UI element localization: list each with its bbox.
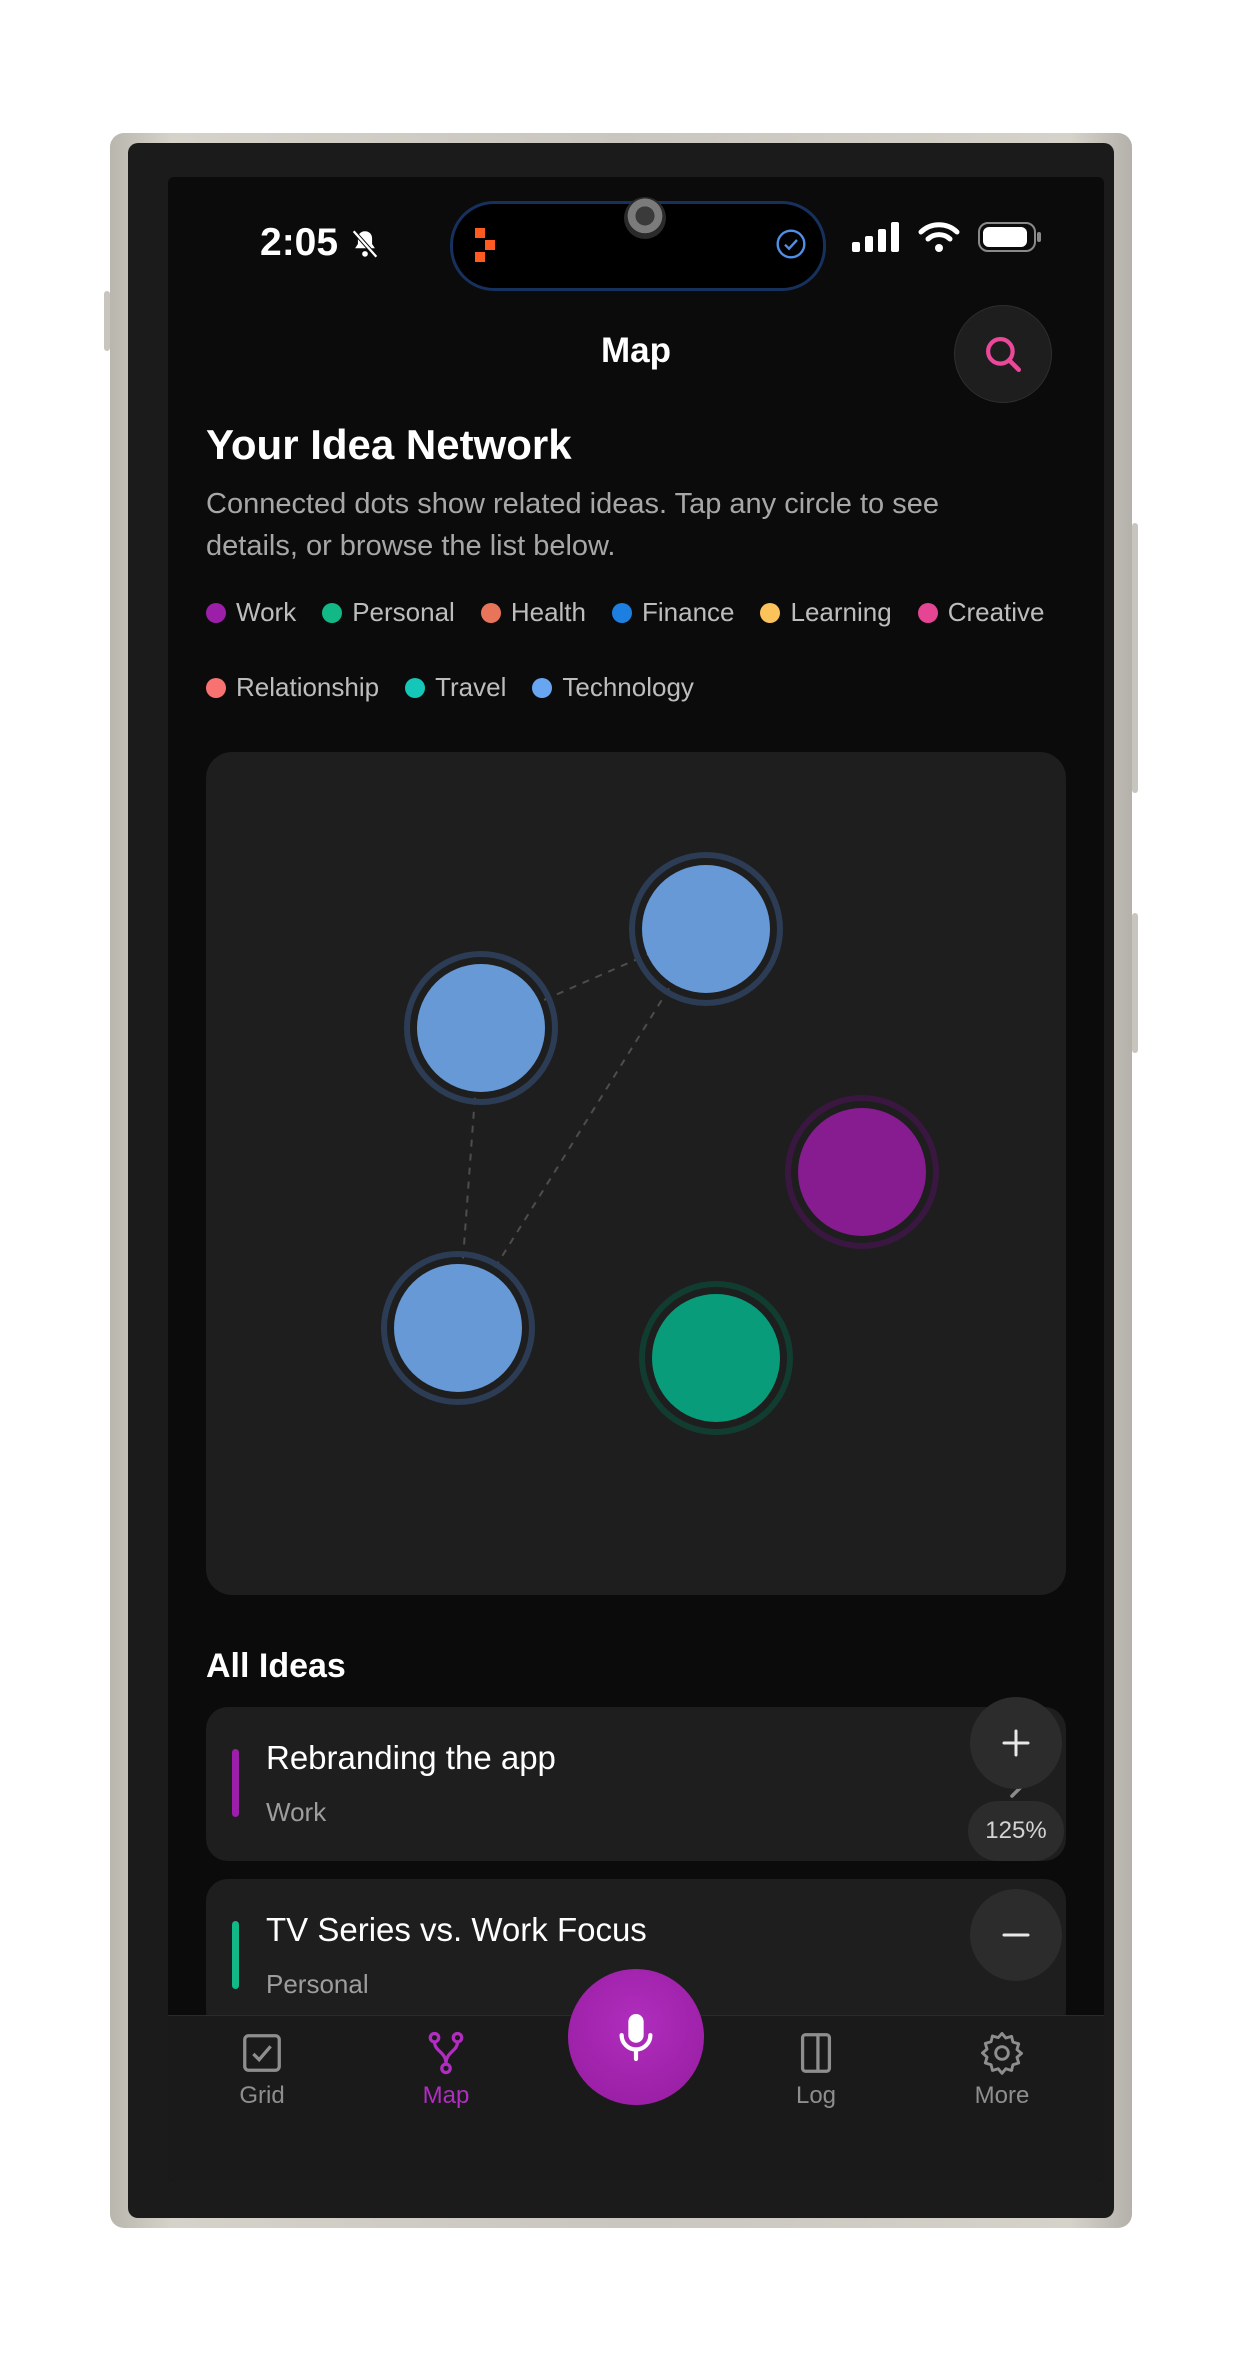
tab-log[interactable]: Log	[756, 2030, 876, 2110]
tab-grid[interactable]: Grid	[202, 2030, 322, 2110]
search-icon	[986, 337, 1022, 373]
book-icon	[800, 2033, 832, 2073]
legend-item-finance: Finance	[611, 597, 735, 628]
category-color-bar	[232, 1749, 239, 1817]
legend-item-travel: Travel	[405, 672, 506, 703]
legend-item-learning: Learning	[760, 597, 892, 628]
legend-item-personal: Personal	[322, 597, 455, 628]
battery-icon	[978, 222, 1041, 252]
legend-dot	[917, 602, 938, 623]
legend-label: Finance	[641, 597, 735, 627]
network-description: Connected dots show related ideas. Tap a…	[206, 488, 939, 562]
zoom-in-button[interactable]	[970, 1697, 1062, 1789]
legend-label: Travel	[435, 672, 507, 702]
screen: 2:05 Map Your Idea Network Connected dot…	[168, 177, 1104, 2181]
phone-frame: 2:05 Map Your Idea Network Connected dot…	[104, 133, 1138, 2228]
idea-category: Personal	[266, 1969, 369, 1999]
category-legend: Work Personal Health Finance Learning Cr…	[206, 597, 1086, 703]
legend-label: Work	[236, 597, 297, 627]
legend-label: Technology	[562, 672, 694, 702]
idea-node-technology-1[interactable]	[404, 951, 558, 1105]
legend-dot	[206, 602, 226, 623]
zoom-level: 125%	[968, 1801, 1064, 1861]
idea-title: TV Series vs. Work Focus	[266, 1911, 647, 1948]
legend-label: Creative	[947, 597, 1045, 627]
idea-category: Work	[266, 1797, 327, 1827]
action-button	[104, 291, 110, 351]
branch-icon	[428, 2031, 464, 2075]
tab-more[interactable]: More	[942, 2030, 1062, 2110]
tab-label: Log	[795, 2082, 837, 2109]
gear-icon	[981, 2032, 1023, 2075]
legend-dot	[405, 677, 426, 698]
legend-dot	[206, 677, 226, 698]
wifi-icon	[918, 222, 960, 252]
legend-label: Learning	[790, 597, 892, 627]
idea-node-technology-3[interactable]	[381, 1251, 535, 1405]
legend-item-creative: Creative	[917, 597, 1045, 628]
idea-map-canvas	[381, 852, 939, 1435]
app-logo-icon	[475, 228, 495, 262]
power-button	[1132, 523, 1138, 793]
idea-node-personal[interactable]	[639, 1281, 793, 1435]
legend-dot	[532, 677, 553, 698]
status-icons	[852, 221, 1042, 253]
zoom-out-button[interactable]	[970, 1889, 1062, 1981]
all-ideas-heading: All Ideas	[206, 1647, 346, 1685]
tab-label: Grid	[239, 2082, 285, 2109]
bell-muted-icon	[352, 229, 378, 259]
cellular-signal-icon	[852, 222, 899, 252]
network-heading: Your Idea Network	[206, 421, 572, 468]
idea-node-work[interactable]	[785, 1095, 939, 1249]
tab-map[interactable]: Map	[386, 2030, 506, 2110]
camera-control-button	[1132, 913, 1138, 1053]
idea-node-technology-2[interactable]	[629, 852, 783, 1006]
check-circle-icon	[776, 229, 806, 259]
legend-item-health: Health	[480, 597, 586, 628]
minus-icon	[1002, 1933, 1030, 1937]
microphone-icon	[619, 2014, 653, 2062]
tab-label: Map	[422, 2082, 470, 2109]
category-color-bar	[232, 1921, 239, 1989]
legend-label: Relationship	[236, 672, 380, 702]
legend-item-work: Work	[206, 597, 296, 628]
search-button[interactable]	[954, 305, 1052, 403]
tab-label: More	[974, 2082, 1030, 2109]
legend-item-technology: Technology	[532, 672, 694, 703]
legend-label: Personal	[352, 597, 455, 627]
legend-label: Health	[510, 597, 586, 627]
legend-dot	[760, 602, 781, 623]
status-time: 2:05	[260, 221, 339, 264]
idea-card[interactable]: Rebranding the app Work	[206, 1707, 1066, 1861]
plus-icon	[1002, 1729, 1030, 1757]
phone-bezel: 2:05 Map Your Idea Network Connected dot…	[128, 143, 1114, 2218]
idea-map[interactable]	[206, 752, 1066, 1595]
legend-dot	[611, 602, 632, 623]
legend-item-relationship: Relationship	[206, 672, 379, 703]
checkbox-icon	[243, 2034, 281, 2072]
front-camera	[624, 197, 666, 239]
record-button[interactable]	[568, 1969, 704, 2105]
legend-dot	[480, 602, 501, 623]
legend-dot	[322, 602, 343, 623]
idea-title: Rebranding the app	[266, 1739, 556, 1776]
